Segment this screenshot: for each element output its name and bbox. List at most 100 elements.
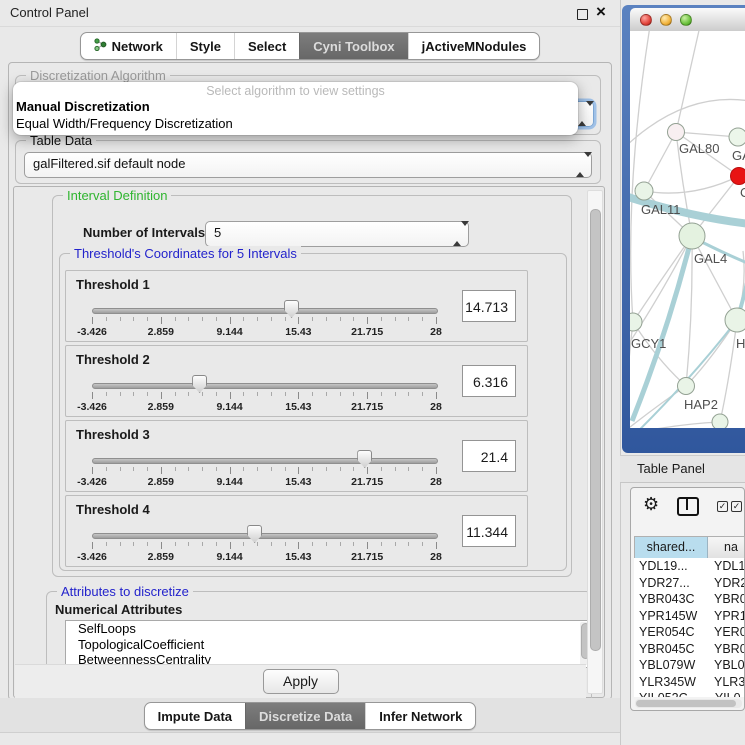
cell-name: YDL1 xyxy=(714,558,744,575)
close-icon[interactable]: × xyxy=(596,2,606,22)
tab-network[interactable]: Network xyxy=(81,33,176,59)
slider-thumb[interactable] xyxy=(284,300,299,318)
attribute-list-item[interactable]: SelfLoops xyxy=(66,621,590,637)
network-edge xyxy=(630,99,745,146)
slider-tick xyxy=(436,392,437,399)
slider-tick xyxy=(312,542,313,546)
table-panel-header: Table Panel xyxy=(620,455,745,483)
network-edge xyxy=(676,31,700,132)
network-node[interactable] xyxy=(731,168,745,185)
checkbox-icon[interactable]: ✓ xyxy=(717,501,728,512)
network-node-ga[interactable] xyxy=(729,128,745,146)
column-header-shared-name[interactable]: shared... xyxy=(635,537,708,558)
network-node-hap2[interactable] xyxy=(678,378,695,395)
apply-button[interactable]: Apply xyxy=(263,669,339,694)
slider-tick-label: -3.426 xyxy=(70,476,114,488)
slider-tick-label: -3.426 xyxy=(70,326,114,338)
tab-infer-network[interactable]: Infer Network xyxy=(365,703,475,729)
dropdown-option[interactable]: Manual Discretization xyxy=(13,99,578,116)
threshold-label: Threshold 4 xyxy=(76,502,150,517)
close-traffic-light-icon[interactable] xyxy=(640,14,652,26)
network-node-gal80[interactable] xyxy=(668,124,685,141)
column-header-name[interactable]: na xyxy=(708,537,744,558)
tab-label: Network xyxy=(112,39,163,54)
tab-style[interactable]: Style xyxy=(176,33,234,59)
slider-tick xyxy=(106,542,107,546)
slider-thumb[interactable] xyxy=(247,525,262,543)
threshold-value-field[interactable]: 14.713 xyxy=(462,290,516,322)
checkbox-icon[interactable]: ✓ xyxy=(731,501,742,512)
slider-tick-label: 9.144 xyxy=(208,326,252,338)
network-node-gal4[interactable] xyxy=(679,223,705,249)
panel-scrollbar-thumb[interactable] xyxy=(590,209,601,651)
slider-track[interactable] xyxy=(92,458,438,464)
panel-scrollbar[interactable] xyxy=(587,190,603,694)
threshold-value-field[interactable]: 11.344 xyxy=(462,515,516,547)
slider-tick xyxy=(326,392,327,396)
table-row[interactable]: YLR345WYLR3 xyxy=(634,674,744,691)
horizontal-scrollbar[interactable] xyxy=(635,699,742,708)
attribute-list-item[interactable]: TopologicalCoefficient xyxy=(66,637,590,653)
table-row[interactable]: YBR045CYBR0 xyxy=(634,641,744,658)
slider-tick xyxy=(381,542,382,546)
tab-impute-data[interactable]: Impute Data xyxy=(145,703,245,729)
table-row[interactable]: YIL052CYIL0 xyxy=(634,690,744,697)
slider-tick xyxy=(147,392,148,396)
number-of-intervals-combobox[interactable]: 5 xyxy=(205,221,469,247)
minimize-traffic-light-icon[interactable] xyxy=(660,14,672,26)
slider-thumb[interactable] xyxy=(192,375,207,393)
slider-tick xyxy=(381,467,382,471)
network-node-gcy1[interactable] xyxy=(630,313,642,331)
slider-tick xyxy=(120,317,121,321)
slider-tick xyxy=(257,317,258,321)
slider-tick-label: 9.144 xyxy=(208,476,252,488)
slider-tick-label: 28 xyxy=(414,551,458,563)
table-header-row: shared... na xyxy=(634,536,745,559)
table-data-combobox[interactable]: galFiltered.sif default node xyxy=(24,152,592,178)
network-canvas[interactable]: GAL80GAGAL11GAL4GCY1HHAP2C xyxy=(630,31,745,428)
horizontal-scrollbar-thumb[interactable] xyxy=(636,700,736,707)
slider-tick-label: 2.859 xyxy=(139,326,183,338)
slider-track[interactable] xyxy=(92,533,438,539)
threshold-value-field[interactable]: 21.4 xyxy=(462,440,516,472)
slider-thumb[interactable] xyxy=(357,450,372,468)
slider-tick xyxy=(298,392,299,399)
slider-tick xyxy=(202,467,203,471)
float-window-icon[interactable] xyxy=(577,9,588,20)
cell-name: YIL0 xyxy=(715,690,744,697)
slider-tick xyxy=(408,317,409,321)
table-row[interactable]: YDR27...YDR2 xyxy=(634,575,744,592)
table-row[interactable]: YBR043CYBR0 xyxy=(634,591,744,608)
network-node-gal11[interactable] xyxy=(635,182,653,200)
threshold-panel: Threshold 2-3.4262.8599.14415.4321.71528… xyxy=(65,345,528,417)
table-row[interactable]: YBL079WYBL0 xyxy=(634,657,744,674)
table-panel-title: Table Panel xyxy=(637,461,705,476)
tab-jactivemnodules[interactable]: jActiveMNodules xyxy=(408,33,540,59)
dropdown-option[interactable]: Equal Width/Frequency Discretization xyxy=(13,116,578,133)
zoom-traffic-light-icon[interactable] xyxy=(680,14,692,26)
slider-track[interactable] xyxy=(92,308,438,314)
cell-shared-name: YBR045C xyxy=(634,641,714,658)
network-node[interactable] xyxy=(712,414,728,428)
tab-select[interactable]: Select xyxy=(234,33,299,59)
attributes-list[interactable]: SelfLoopsTopologicalCoefficientBetweenne… xyxy=(65,620,591,668)
slider-tick xyxy=(175,467,176,471)
network-node-h[interactable] xyxy=(725,308,745,332)
slider-track[interactable] xyxy=(92,383,438,389)
tab-discretize-data[interactable]: Discretize Data xyxy=(245,703,365,729)
tab-cyni-toolbox[interactable]: Cyni Toolbox xyxy=(299,33,407,59)
table-row[interactable]: YPR145WYPR1 xyxy=(634,608,744,625)
slider-tick xyxy=(147,542,148,546)
node-label: GAL4 xyxy=(694,251,727,266)
gear-icon[interactable]: ⚙ xyxy=(643,494,659,515)
node-label: GAL11 xyxy=(641,202,681,217)
table-row[interactable]: YER054CYER0 xyxy=(634,624,744,641)
threshold-value-field[interactable]: 6.316 xyxy=(462,365,516,397)
slider-tick xyxy=(133,542,134,546)
slider-tick xyxy=(381,317,382,321)
table-row[interactable]: YDL19...YDL1 xyxy=(634,558,744,575)
slider-tick xyxy=(353,317,354,321)
split-table-icon[interactable] xyxy=(677,497,699,516)
slider-tick xyxy=(161,542,162,549)
slider-tick xyxy=(271,392,272,396)
